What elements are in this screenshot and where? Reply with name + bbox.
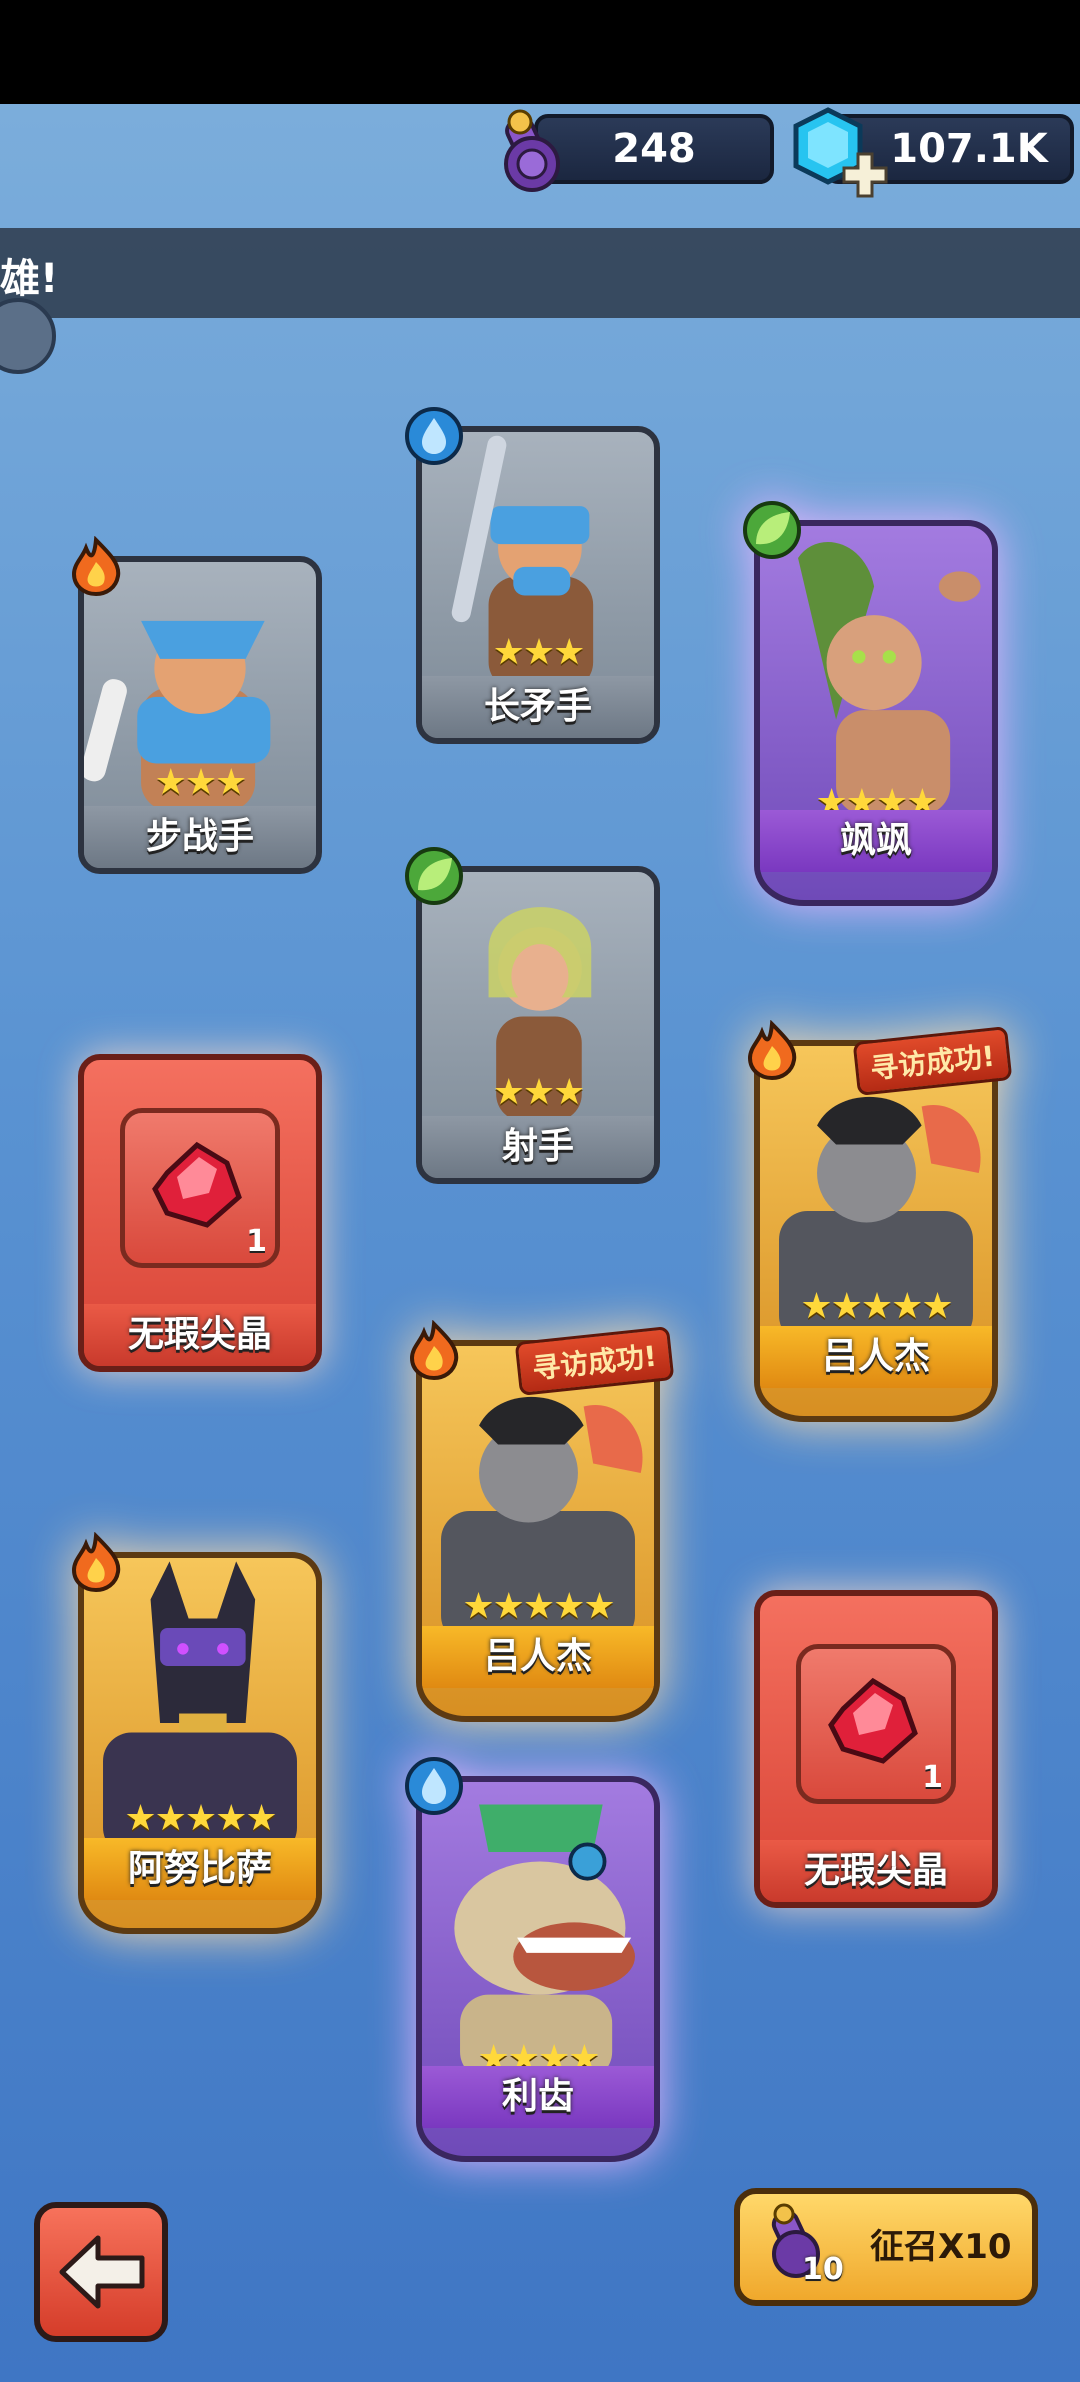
- card-stars: ★★★: [492, 1072, 586, 1113]
- summon-cost: 10: [802, 2252, 844, 2287]
- hero-card-infantry[interactable]: ★★★ 步战手: [71, 536, 322, 874]
- announcement-banner: 雄!: [0, 228, 1080, 318]
- item-icon-box: 1: [796, 1644, 956, 1804]
- card-frame: ★★★★★ 阿努比萨: [78, 1552, 322, 1934]
- card-name: 飒飒: [760, 810, 992, 872]
- item-count: 1: [922, 1760, 943, 1795]
- back-button[interactable]: [34, 2202, 168, 2342]
- water-icon: [405, 1757, 463, 1815]
- card-frame: ★★★ 射手: [416, 866, 660, 1184]
- hero-card-sasa[interactable]: ★★★★ 飒飒: [743, 501, 998, 906]
- hero-card-lu-renjie[interactable]: ★★★★★ 吕人杰 寻访成功!: [409, 1320, 675, 1722]
- red-crystal-icon: [828, 1677, 918, 1764]
- gem-count: 107.1K: [890, 126, 1048, 172]
- card-name: 无瑕尖晶: [84, 1304, 316, 1366]
- back-arrow-icon: [59, 2235, 145, 2309]
- fire-icon: [71, 1532, 121, 1592]
- hero-card-lu-renjie[interactable]: ★★★★★ 吕人杰 寻访成功!: [747, 1020, 1013, 1422]
- hero-card-lichi[interactable]: ★★★★ 利齿: [405, 1757, 660, 2162]
- fire-icon: [409, 1320, 459, 1380]
- item-card-flawless-spinel[interactable]: 1 无瑕尖晶: [78, 1054, 322, 1372]
- item-count: 1: [246, 1224, 267, 1259]
- top-bar: [0, 0, 1080, 104]
- card-stars: ★★★: [492, 632, 586, 673]
- card-frame: ★★★★★ 吕人杰: [416, 1340, 660, 1722]
- card-name: 阿努比萨: [84, 1838, 316, 1900]
- card-stars: ★★★★★: [124, 1798, 277, 1839]
- hero-card-archer[interactable]: ★★★ 射手: [405, 847, 660, 1184]
- card-frame: ★★★★★ 吕人杰: [754, 1040, 998, 1422]
- card-name: 吕人杰: [760, 1326, 992, 1388]
- leaf-icon: [405, 847, 463, 905]
- card-name: 吕人杰: [422, 1626, 654, 1688]
- fire-icon: [747, 1020, 797, 1080]
- water-icon: [405, 407, 463, 465]
- item-card-flawless-spinel[interactable]: 1 无瑕尖晶: [754, 1590, 998, 1908]
- scroll-count: 248: [612, 126, 696, 172]
- banner-text: 雄!: [0, 256, 59, 302]
- summon-x10-button[interactable]: 10 征召X10: [734, 2188, 1038, 2306]
- summon-label: 征召X10: [870, 2227, 1012, 2267]
- summon-scroll-icon: [504, 109, 560, 192]
- red-crystal-icon: [152, 1141, 242, 1228]
- fire-icon: [71, 536, 121, 596]
- add-gems-plus-icon[interactable]: [840, 150, 890, 200]
- card-frame: 1 无瑕尖晶: [754, 1590, 998, 1908]
- card-name: 射手: [422, 1116, 654, 1178]
- card-name: 利齿: [422, 2066, 654, 2128]
- leaf-icon: [743, 501, 801, 559]
- card-name: 无瑕尖晶: [760, 1840, 992, 1902]
- card-frame: 1 无瑕尖晶: [78, 1054, 322, 1372]
- card-name: 长矛手: [422, 676, 654, 738]
- card-frame: ★★★★ 飒飒: [754, 520, 998, 906]
- card-frame: ★★★ 步战手: [78, 556, 322, 874]
- card-stars: ★★★★★: [462, 1586, 615, 1627]
- hero-card-spearman[interactable]: ★★★ 长矛手: [405, 407, 660, 744]
- card-stars: ★★★★★: [800, 1286, 953, 1327]
- item-icon-box: 1: [120, 1108, 280, 1268]
- card-name: 步战手: [84, 806, 316, 868]
- card-frame: ★★★ 长矛手: [416, 426, 660, 744]
- hero-card-anubisa[interactable]: ★★★★★ 阿努比萨: [71, 1532, 322, 1934]
- card-frame: ★★★★ 利齿: [416, 1776, 660, 2162]
- card-stars: ★★★: [154, 762, 248, 803]
